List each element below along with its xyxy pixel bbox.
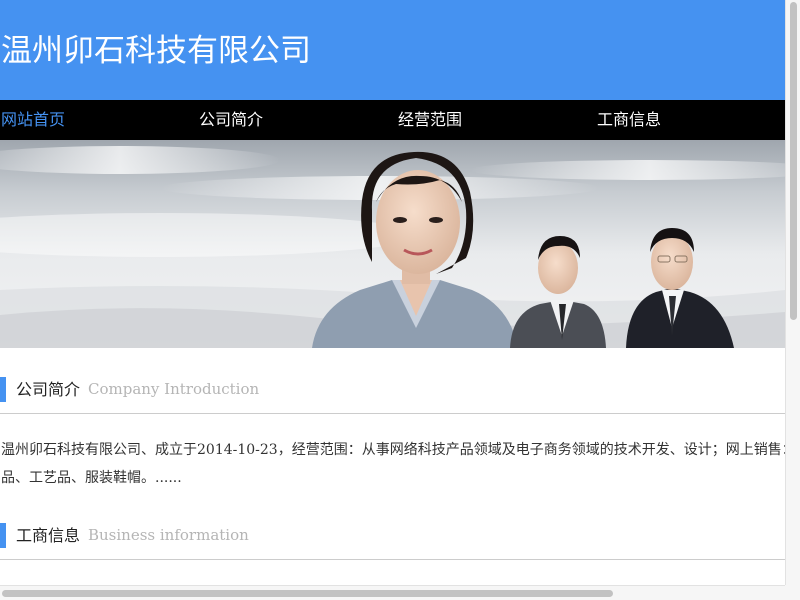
intro-text: 温州卯石科技有限公司、成立于2014-10-23，经营范围：从事网络科技产品领域… (1, 442, 785, 486)
scrollbar-corner (785, 585, 800, 600)
nav-item-business-info[interactable]: 工商信息 (597, 100, 661, 140)
page-viewport: 温州卯石科技有限公司 网站首页 公司简介 经营范围 工商信息 公司简介 Comp… (0, 0, 785, 585)
horizontal-scroll-thumb[interactable] (2, 590, 613, 597)
intro-section-header: 公司简介 Company Introduction (0, 377, 785, 414)
business-section-subtitle: Business information (88, 526, 249, 544)
site-header: 温州卯石科技有限公司 (0, 0, 785, 100)
banner-photo (0, 140, 785, 348)
nav-item-scope[interactable]: 经营范围 (398, 100, 462, 140)
vertical-scrollbar[interactable] (785, 0, 800, 585)
business-section-header: 工商信息 Business information (0, 523, 785, 560)
horizontal-scrollbar[interactable] (0, 585, 785, 600)
vertical-scroll-thumb[interactable] (790, 2, 797, 320)
banner-image (0, 140, 785, 348)
section-accent-bar (0, 523, 6, 548)
intro-section-title: 公司简介 (16, 380, 81, 399)
nav-item-home[interactable]: 网站首页 (1, 100, 65, 140)
business-section-title: 工商信息 (16, 526, 81, 545)
main-nav: 网站首页 公司简介 经营范围 工商信息 (0, 100, 785, 140)
section-accent-bar (0, 377, 6, 402)
site-title: 温州卯石科技有限公司 (1, 33, 311, 69)
intro-section-subtitle: Company Introduction (88, 380, 260, 398)
nav-item-about[interactable]: 公司简介 (199, 100, 263, 140)
